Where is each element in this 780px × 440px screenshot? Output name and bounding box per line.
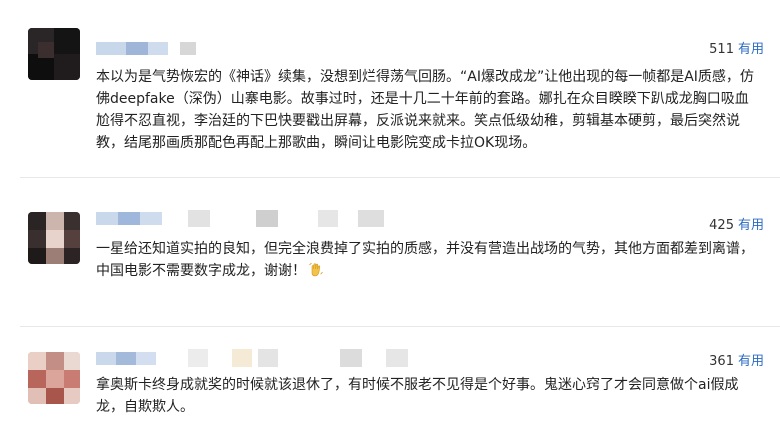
- useful-button[interactable]: 有用: [738, 354, 764, 369]
- comment-item: 425 有用 一星给还知道实拍的良知，但完全浪费掉了实拍的质感，并没有营造出战场的…: [0, 186, 780, 334]
- useful-count: 425 有用: [709, 214, 764, 233]
- comment-text-content: 一星给还知道实拍的良知，但完全浪费掉了实拍的质感，并没有营造出战场的气势，其他方…: [96, 241, 754, 279]
- useful-button[interactable]: 有用: [738, 218, 764, 233]
- comment-item: 361 有用 拿奥斯卡终身成就奖的时候就该退休了，有时候不服老不见得是个好事。鬼迷…: [0, 334, 780, 440]
- username-pixelated: [96, 349, 416, 367]
- avatar[interactable]: [28, 212, 80, 264]
- divider: [20, 326, 780, 327]
- comment-text: 一星给还知道实拍的良知，但完全浪费掉了实拍的质感，并没有营造出战场的气势，其他方…: [96, 238, 758, 282]
- like-count: 425: [709, 218, 734, 233]
- username-pixelated: [96, 210, 396, 227]
- comment-text: 拿奥斯卡终身成就奖的时候就该退休了，有时候不服老不见得是个好事。鬼迷心窍了才会同…: [96, 377, 739, 415]
- useful-count: 511 有用: [709, 38, 764, 57]
- comment-item: 511 有用 本以为是气势恢宏的《神话》续集，没想到烂得荡气回肠。“AI爆改成龙”…: [0, 0, 780, 186]
- divider: [20, 177, 780, 178]
- comment-text: 本以为是气势恢宏的《神话》续集，没想到烂得荡气回肠。“AI爆改成龙”让他出现的每…: [96, 69, 754, 151]
- like-count: 511: [709, 42, 734, 57]
- avatar[interactable]: [28, 28, 80, 80]
- useful-count: 361 有用: [709, 350, 764, 369]
- username-pixelated: [96, 42, 206, 56]
- useful-button[interactable]: 有用: [738, 42, 764, 57]
- waving-hand-icon: [309, 263, 323, 277]
- like-count: 361: [709, 354, 734, 369]
- avatar[interactable]: [28, 352, 80, 404]
